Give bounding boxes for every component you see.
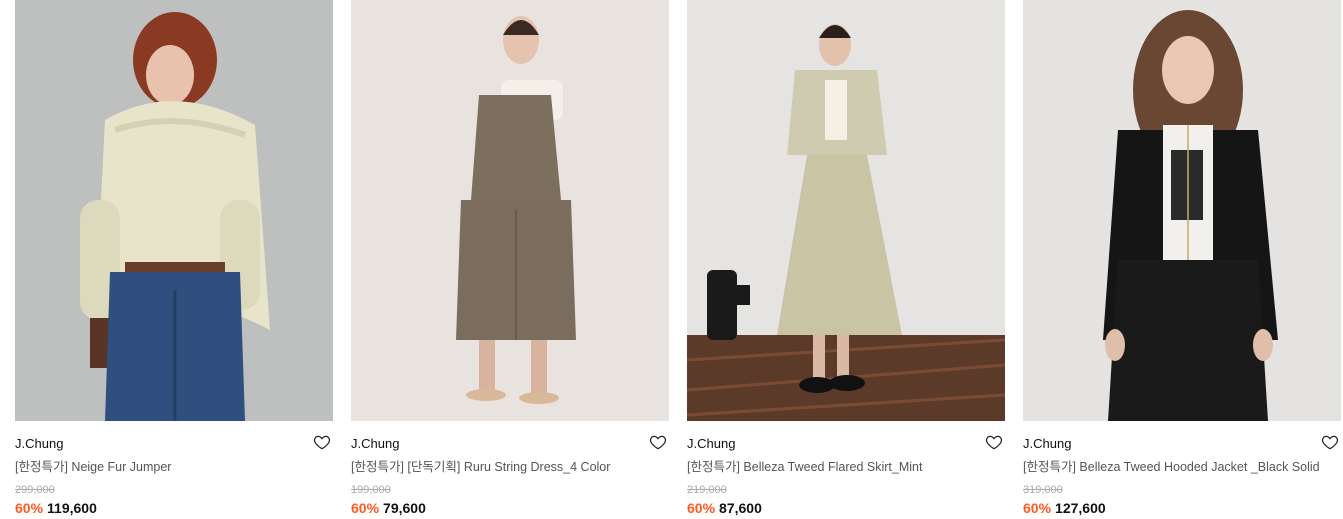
product-card[interactable]: J.Chung [한정특가] Belleza Tweed Flared Skir… [687,0,1005,517]
product-card[interactable]: J.Chung [한정특가] Belleza Tweed Hooded Jack… [1023,0,1341,517]
price-row: 60% 79,600 [351,499,669,517]
discount-rate: 60% [351,500,380,516]
wishlist-heart-icon[interactable] [649,433,667,451]
sale-price: 79,600 [383,500,426,516]
product-title[interactable]: [한정특가] [단독기획] Ruru String Dress_4 Color [351,459,669,475]
product-brand[interactable]: J.Chung [15,436,63,451]
product-title[interactable]: [한정특가] Belleza Tweed Hooded Jacket _Blac… [1023,459,1341,475]
product-grid: J.Chung [한정특가] Neige Fur Jumper 299,000 … [15,0,1343,519]
price-row: 60% 119,600 [15,499,333,517]
original-price: 219,000 [687,484,727,496]
price-row: 60% 127,600 [1023,499,1341,517]
product-photo-string-dress [351,0,669,421]
product-title[interactable]: [한정특가] Belleza Tweed Flared Skirt_Mint [687,459,1005,475]
product-photo-fur-jumper [15,0,333,421]
product-image[interactable] [687,0,1005,421]
discount-rate: 60% [15,500,44,516]
sale-price: 127,600 [1055,500,1106,516]
product-card[interactable]: J.Chung [한정특가] Neige Fur Jumper 299,000 … [15,0,333,517]
product-image[interactable] [1023,0,1341,421]
original-price: 299,000 [15,484,55,496]
sale-price: 119,600 [47,500,97,516]
original-price: 199,000 [351,484,391,496]
product-image[interactable] [15,0,333,421]
discount-rate: 60% [1023,500,1052,516]
original-price: 319,000 [1023,484,1063,496]
product-image[interactable] [351,0,669,421]
wishlist-heart-icon[interactable] [313,433,331,451]
product-card[interactable]: J.Chung [한정특가] [단독기획] Ruru String Dress_… [351,0,669,517]
product-brand[interactable]: J.Chung [351,436,399,451]
wishlist-heart-icon[interactable] [985,433,1003,451]
price-row: 60% 87,600 [687,499,1005,517]
sale-price: 87,600 [719,500,762,516]
product-brand[interactable]: J.Chung [1023,436,1071,451]
product-photo-tweed-jacket [1023,0,1341,421]
discount-rate: 60% [687,500,716,516]
wishlist-heart-icon[interactable] [1321,433,1339,451]
product-title[interactable]: [한정특가] Neige Fur Jumper [15,459,333,475]
product-photo-tweed-skirt [687,0,1005,421]
product-brand[interactable]: J.Chung [687,436,735,451]
